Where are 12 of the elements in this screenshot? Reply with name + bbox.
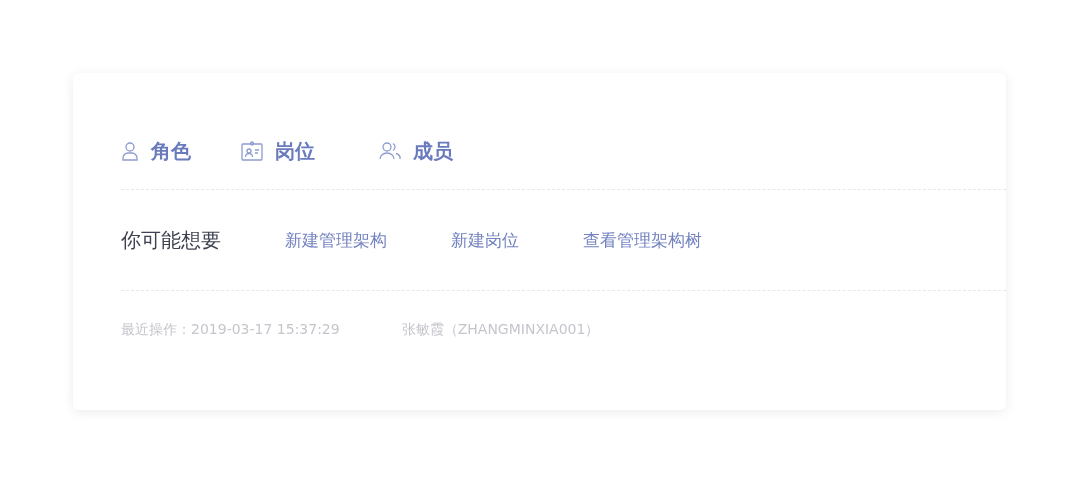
nav-tab[interactable]: 角色 xyxy=(121,137,191,165)
section-title: 你可能想要 xyxy=(121,226,221,254)
last-operation-text: 最近操作：2019-03-17 15:37:29 xyxy=(121,321,340,339)
nav-tab[interactable]: 成员 xyxy=(379,137,453,165)
person-icon xyxy=(121,141,139,161)
nav-tab[interactable]: 岗位 xyxy=(241,137,315,165)
action-link[interactable]: 新建岗位 xyxy=(451,228,519,252)
action-link[interactable]: 新建管理架构 xyxy=(285,228,387,252)
id-badge-icon xyxy=(241,141,263,161)
people-icon xyxy=(379,141,401,161)
operator-name: 张敏霞（ZHANGMINXIA001） xyxy=(401,321,600,339)
action-link[interactable]: 查看管理架构树 xyxy=(583,228,702,252)
